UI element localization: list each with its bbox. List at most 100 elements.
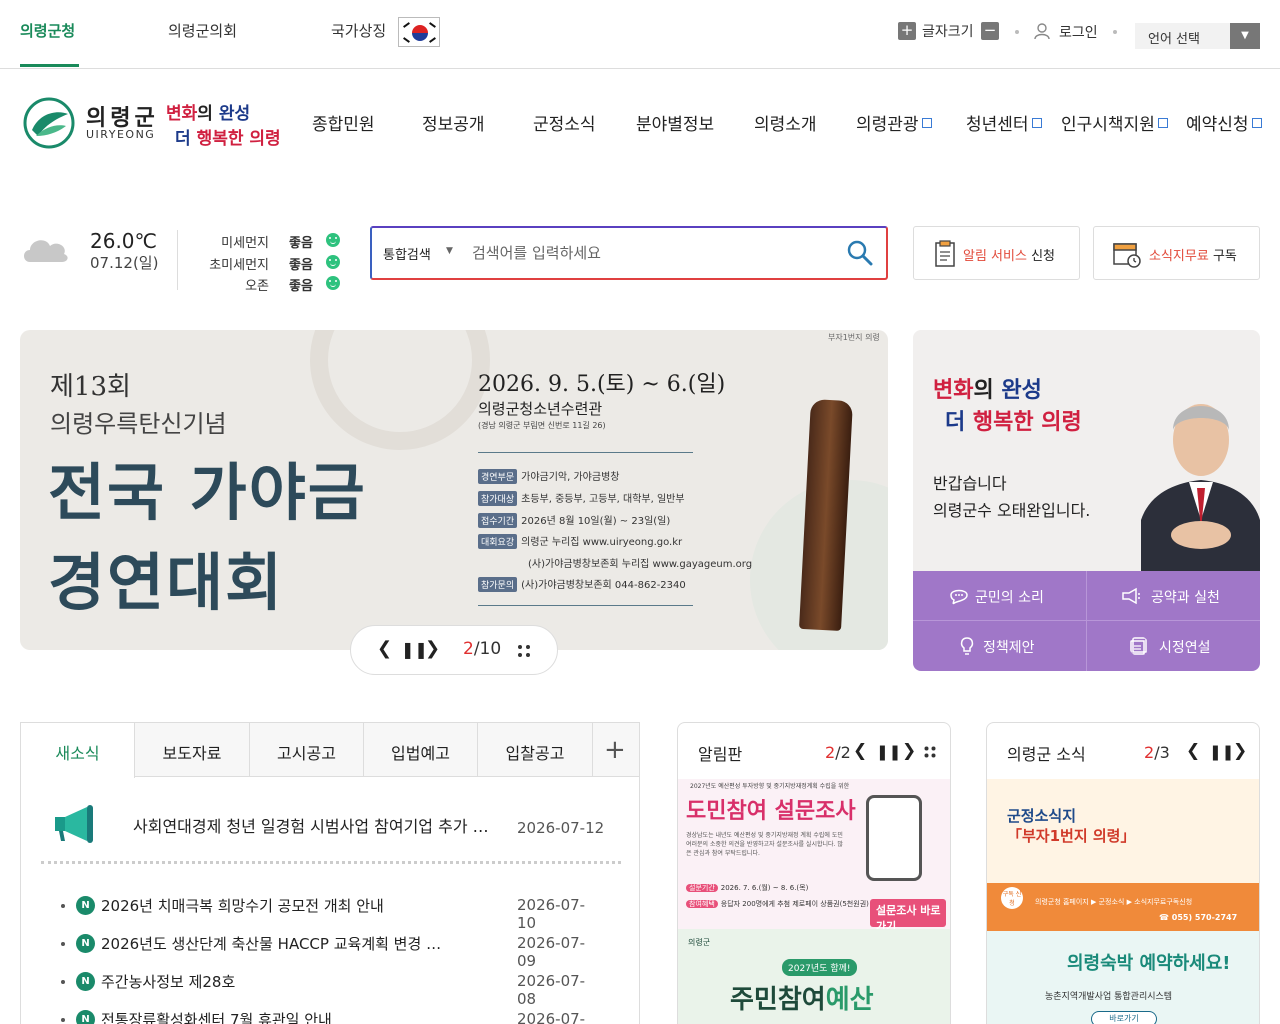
- font-decrease-button[interactable]: −: [981, 22, 999, 40]
- survey-poster-title: 도민참여 설문조사: [686, 799, 856, 824]
- font-size-label: 글자크기: [922, 24, 974, 40]
- dotted-divider: [41, 861, 621, 864]
- search-category-select[interactable]: 통합검색: [383, 244, 431, 263]
- next-slide-button[interactable]: ❯: [425, 638, 440, 659]
- pause-button[interactable]: ❚❚: [876, 743, 901, 761]
- mayor-slogan-line-2: 더 행복한 의령: [945, 410, 1082, 435]
- banner-subtitle: 의령우륵탄신기념: [50, 410, 227, 438]
- uiryeong-logo-icon[interactable]: [22, 96, 76, 150]
- list-item[interactable]: N 2026년도 생산단계 축산물 HACCP 교육계획 변경 알림 2026-0…: [61, 933, 601, 970]
- nav-tourism[interactable]: 의령관광: [856, 110, 932, 135]
- next-slide-button[interactable]: ❯: [1233, 741, 1247, 761]
- banner-rule: [478, 452, 693, 453]
- main-banner-slide[interactable]: 부자1번지 의령 제13회 의령우륵탄신기념 전국 가야금 경연대회 2026.…: [20, 330, 888, 650]
- external-link-icon: [1157, 118, 1168, 128]
- language-select-label: 언어 선택: [1148, 32, 1200, 47]
- korean-flag-icon[interactable]: [398, 17, 440, 47]
- weather-date: 07.12(일): [90, 254, 159, 272]
- font-increase-button[interactable]: +: [898, 22, 916, 40]
- lightbulb-icon: [960, 637, 974, 655]
- list-item[interactable]: N 주간농사정보 제28호 2026-07-08: [61, 971, 601, 1008]
- link-policy-proposal[interactable]: 정책제안: [913, 621, 1086, 671]
- tab-public-notice[interactable]: 고시공고: [250, 723, 364, 777]
- nav-about-uiryeong[interactable]: 의령소개: [754, 110, 817, 135]
- chevron-down-icon: ▼: [1230, 23, 1260, 49]
- lodging-link-button[interactable]: 바로가기: [1091, 1011, 1157, 1024]
- lodging-reservation-poster: 의령숙박 예약하세요! 농촌지역개발사업 통합관리시스템 바로가기: [987, 931, 1259, 1024]
- more-plus-button[interactable]: +: [604, 735, 626, 765]
- tab-county-council[interactable]: 의령군의회: [168, 20, 237, 41]
- external-link-icon: [921, 118, 932, 128]
- tab-press-release[interactable]: 보도자료: [135, 723, 250, 777]
- cloud-icon: [24, 240, 68, 262]
- login-link[interactable]: 로그인: [1059, 22, 1098, 42]
- document-stack-icon: [1130, 637, 1147, 655]
- pause-button[interactable]: ❚❚: [1209, 743, 1234, 761]
- tab-bid-notice[interactable]: 입찰공고: [478, 723, 593, 777]
- newsletter-subscribe-button[interactable]: 소식지무료 구독: [1093, 226, 1260, 280]
- link-policy-speech[interactable]: 시정연설: [1087, 621, 1260, 671]
- weather-divider: [177, 230, 178, 290]
- external-link-icon: [1031, 118, 1042, 128]
- logo-name-english[interactable]: UIRYEONG: [86, 128, 155, 141]
- language-select[interactable]: 언어 선택 ▼: [1135, 23, 1260, 49]
- list-item[interactable]: N 2026년 치매극복 희망수기 공모전 개최 안내 2026-07-10: [61, 895, 601, 932]
- pause-button[interactable]: ❚❚: [401, 640, 428, 659]
- megaphone-icon: [1122, 587, 1140, 605]
- document-icon: [935, 240, 955, 267]
- nav-youth-center[interactable]: 청년센터: [966, 110, 1042, 135]
- nav-field-info[interactable]: 분야별정보: [636, 110, 714, 135]
- slogan-line-2: 더 행복한 의령: [175, 129, 281, 149]
- grid-view-icon[interactable]: [517, 644, 531, 658]
- air-quality-label: 미세먼지: [221, 236, 269, 251]
- nav-population-policy[interactable]: 인구시책지원: [1061, 110, 1168, 135]
- slogan-line-1: 변화의 완성: [166, 104, 251, 124]
- search-box: 통합검색 ▼: [370, 226, 888, 280]
- notice-board-panel: 알림판 2/25 ❮ ❚❚ ❯ 2027년도 예산편성 투자방향 및 중기지방재…: [677, 722, 951, 1024]
- tab-new-news[interactable]: 새소식: [21, 723, 135, 778]
- tab-legislative-notice[interactable]: 입법예고: [364, 723, 478, 777]
- top-utility-bar: 의령군청 의령군의회 국가상징 + 글자크기 − 로그인 언어 선택 ▼: [0, 0, 1280, 69]
- county-news-panel: 의령군 소식 2/3 ❮ ❚❚ ❯ 군정소식지 「부자1번지 의령」 구독 신청…: [986, 722, 1260, 1024]
- slide-counter: 2/10: [463, 639, 502, 659]
- next-slide-button[interactable]: ❯: [902, 741, 916, 761]
- prev-slide-button[interactable]: ❮: [1186, 741, 1200, 761]
- grid-view-icon[interactable]: [924, 746, 936, 758]
- new-badge: N: [76, 972, 95, 991]
- air-quality-value: 좋음: [289, 236, 313, 251]
- nav-county-news[interactable]: 군정소식: [533, 110, 596, 135]
- new-badge: N: [76, 934, 95, 953]
- search-icon[interactable]: [846, 239, 874, 267]
- mayor-greeting-2: 의령군수 오태완입니다.: [933, 501, 1091, 520]
- phone-illustration: [866, 795, 922, 881]
- survey-poster[interactable]: 2027년도 예산편성 투자방향 및 중기지방재정계획 수립을 위한 도민참여 …: [678, 779, 950, 1024]
- smile-face-icon: [326, 276, 340, 290]
- mayor-greeting-panel[interactable]: 변화의 완성 더 행복한 의령 반갑습니다 의령군수 오태완입니다.: [913, 330, 1260, 571]
- link-citizen-voice[interactable]: 군민의 소리: [913, 571, 1086, 621]
- notice-board-title: 알림판: [698, 745, 743, 764]
- nav-civil-service[interactable]: 종합민원: [312, 110, 375, 135]
- news-board: 새소식 보도자료 고시공고 입법예고 입찰공고 + 사회연대경제 청년 일경험 …: [20, 722, 640, 1024]
- nav-reservation[interactable]: 예약신청: [1186, 110, 1262, 135]
- survey-link-button[interactable]: 설문조사 바로가기: [870, 899, 946, 933]
- banner-corner-logo: 부자1번지 의령: [828, 333, 880, 342]
- tab-national-symbols[interactable]: 국가상징: [331, 20, 386, 41]
- county-news-counter: 2/3: [1144, 743, 1170, 762]
- air-quality-label: 초미세먼지: [209, 258, 269, 273]
- alert-service-button[interactable]: 알림 서비스 신청: [913, 226, 1080, 280]
- prev-slide-button[interactable]: ❮: [377, 638, 392, 659]
- calendar-icon: [1113, 243, 1141, 268]
- separator-dot: [1015, 30, 1019, 34]
- speech-bubble-icon: [950, 589, 968, 605]
- link-pledges[interactable]: 공약과 실천: [1087, 571, 1260, 621]
- nav-info-disclosure[interactable]: 정보공개: [422, 110, 485, 135]
- prev-slide-button[interactable]: ❮: [851, 741, 870, 761]
- tab-uiryeong-county[interactable]: 의령군청: [20, 20, 75, 41]
- list-item[interactable]: N 전통장류활성화센터 7월 휴관일 안내2026-07-07: [61, 1009, 601, 1024]
- search-input[interactable]: [472, 240, 832, 266]
- smile-face-icon: [326, 255, 340, 269]
- banner-info-row: 참가문의 (사)가야금병창보존회 044-862-2340: [478, 576, 686, 592]
- newsletter-poster[interactable]: 군정소식지 「부자1번지 의령」 구독 신청 의령군청 홈페이지 ▶ 군정소식 …: [987, 779, 1259, 1024]
- chevron-down-icon[interactable]: ▼: [446, 246, 453, 256]
- top-news-title[interactable]: 사회연대경제 청년 일경험 시범사업 참여기업 추가 모집: [133, 813, 493, 837]
